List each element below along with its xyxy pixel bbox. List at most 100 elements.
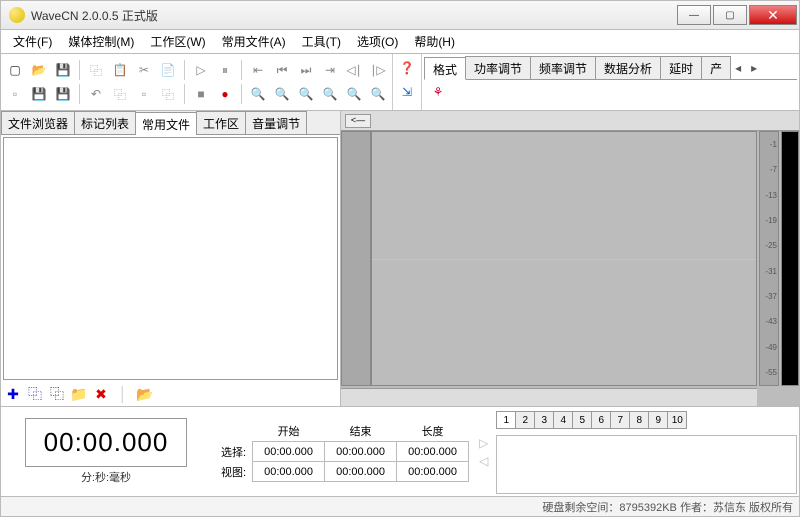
save-icon[interactable]: 💾	[53, 60, 73, 80]
zoom-sel-icon[interactable]: 🔍	[320, 84, 340, 104]
page-2[interactable]: 2	[515, 411, 535, 429]
close-button[interactable]: ✕	[749, 5, 797, 25]
zoom-reset-icon[interactable]: 🔍	[368, 84, 388, 104]
folder-add-icon[interactable]: 📁	[71, 386, 87, 402]
play-icon[interactable]: ▷	[191, 60, 211, 80]
tab-frequency[interactable]: 频率调节	[530, 56, 596, 79]
separator	[184, 60, 185, 80]
rewind-icon[interactable]: ⏮	[272, 60, 292, 80]
tab-scroll-right-icon[interactable]: ▸	[746, 56, 762, 79]
row-selection-label: 选择:	[215, 442, 253, 462]
zero-line	[372, 259, 756, 260]
view-start[interactable]: 00:00.000	[253, 462, 325, 482]
titlebar: WaveCN 2.0.0.5 正式版 — ▢ ✕	[0, 0, 800, 30]
tab-power[interactable]: 功率调节	[465, 56, 531, 79]
minimize-button[interactable]: —	[677, 5, 711, 25]
tab-volume[interactable]: 音量调节	[245, 111, 307, 134]
skip-start-icon[interactable]: ⇤	[248, 60, 268, 80]
footer: 00:00.000 分:秒:毫秒 开始 结束 长度 选择: 00:00.000 …	[0, 407, 800, 497]
multi-page-icon[interactable]: ⿻	[158, 84, 178, 104]
menu-media[interactable]: 媒体控制(M)	[60, 31, 142, 52]
tab-common-files[interactable]: 常用文件	[135, 112, 197, 135]
play-forward-icon[interactable]: ▷	[479, 436, 488, 450]
save-as-icon[interactable]: 💾	[29, 84, 49, 104]
page-6[interactable]: 6	[591, 411, 611, 429]
page-3[interactable]: 3	[534, 411, 554, 429]
tab-analysis[interactable]: 数据分析	[595, 56, 661, 79]
open-file-icon[interactable]: 📂	[29, 60, 49, 80]
page-tabs: 1 2 3 4 5 6 7 8 9 10	[494, 407, 799, 433]
next-mark-icon[interactable]: ∣▷	[368, 60, 388, 80]
format-tool-icon[interactable]: ⚘	[428, 82, 448, 102]
tab-scroll-left-icon[interactable]: ◂	[730, 56, 746, 79]
new-file-icon[interactable]: ▢	[5, 60, 25, 80]
sel-start[interactable]: 00:00.000	[253, 442, 325, 462]
waveform-canvas[interactable]	[371, 131, 757, 386]
left-panel: 文件浏览器 标记列表 常用文件 工作区 音量调节 ✚ ⿻ ⿻ 📁 ✖ │ 📂	[1, 111, 341, 406]
zoom-full-icon[interactable]: 🔍	[344, 84, 364, 104]
view-length[interactable]: 00:00.000	[397, 462, 469, 482]
page-5[interactable]: 5	[572, 411, 592, 429]
copy-item-icon[interactable]: ⿻	[27, 386, 43, 402]
skip-end-icon[interactable]: ⇥	[320, 60, 340, 80]
page-1[interactable]: 1	[496, 411, 516, 429]
tab-workspace[interactable]: 工作区	[196, 111, 246, 134]
add-icon[interactable]: ✚	[5, 386, 21, 402]
maximize-button[interactable]: ▢	[713, 5, 747, 25]
undo-icon[interactable]: ↶	[86, 84, 106, 104]
zoom-fit-icon[interactable]: 🔍	[296, 84, 316, 104]
forward-icon[interactable]: ⏭	[296, 60, 316, 80]
menu-common-files[interactable]: 常用文件(A)	[214, 31, 294, 52]
page-9[interactable]: 9	[648, 411, 668, 429]
separator	[241, 84, 242, 104]
page-7[interactable]: 7	[610, 411, 630, 429]
menu-options[interactable]: 选项(O)	[349, 31, 406, 52]
zoom-out-icon[interactable]: 🔍	[272, 84, 292, 104]
clipboard-icon[interactable]: 📄	[158, 60, 178, 80]
doc-icon[interactable]: ▫	[5, 84, 25, 104]
page-8[interactable]: 8	[629, 411, 649, 429]
duplicate-icon[interactable]: ⿻	[49, 386, 65, 402]
record-icon[interactable]: ●	[215, 84, 235, 104]
stop-icon[interactable]: ■	[191, 84, 211, 104]
open-folder-icon[interactable]: 📂	[137, 386, 153, 402]
timeline-scrubber[interactable]: <—	[345, 114, 371, 128]
zoom-in-icon[interactable]: 🔍	[248, 84, 268, 104]
exit-icon[interactable]: ⇲	[397, 82, 417, 102]
sel-length[interactable]: 00:00.000	[397, 442, 469, 462]
row-view-label: 视图:	[215, 462, 253, 482]
tab-file-browser[interactable]: 文件浏览器	[1, 111, 75, 134]
left-tabstrip: 文件浏览器 标记列表 常用文件 工作区 音量调节	[1, 111, 340, 135]
sel-end[interactable]: 00:00.000	[325, 442, 397, 462]
tab-format[interactable]: 格式	[424, 57, 466, 80]
col-end: 结束	[325, 421, 397, 442]
time-label: 分:秒:毫秒	[81, 469, 131, 485]
clip-icon[interactable]: ⿻	[110, 84, 130, 104]
tab-more[interactable]: 产	[701, 56, 731, 79]
menu-file[interactable]: 文件(F)	[5, 31, 60, 52]
tab-delay[interactable]: 延时	[660, 56, 702, 79]
file-list[interactable]	[3, 137, 338, 380]
menu-workspace[interactable]: 工作区(W)	[142, 31, 213, 52]
play-controls: ▷ ◁	[473, 407, 494, 496]
separator	[241, 60, 242, 80]
play-back-icon[interactable]: ◁	[479, 454, 488, 468]
tab-marker-list[interactable]: 标记列表	[74, 111, 136, 134]
copy-icon[interactable]: ⿻	[86, 60, 106, 80]
timeline-header: <—	[341, 111, 799, 131]
menu-help[interactable]: 帮助(H)	[406, 31, 463, 52]
horizontal-scrollbar[interactable]	[341, 388, 757, 406]
delete-icon[interactable]: ✖	[93, 386, 109, 402]
page-10[interactable]: 10	[667, 411, 687, 429]
help-icon[interactable]: ❓	[397, 58, 417, 78]
selection-grid: 开始 结束 长度 选择: 00:00.000 00:00.000 00:00.0…	[211, 407, 473, 496]
cut-icon[interactable]: ✂	[134, 60, 154, 80]
view-end[interactable]: 00:00.000	[325, 462, 397, 482]
pause-icon[interactable]: ⏸	[215, 60, 235, 80]
prev-mark-icon[interactable]: ◁∣	[344, 60, 364, 80]
paste-icon[interactable]: 📋	[110, 60, 130, 80]
page-4[interactable]: 4	[553, 411, 573, 429]
page-icon[interactable]: ▫	[134, 84, 154, 104]
menu-tools[interactable]: 工具(T)	[294, 31, 349, 52]
save-all-icon[interactable]: 💾	[53, 84, 73, 104]
